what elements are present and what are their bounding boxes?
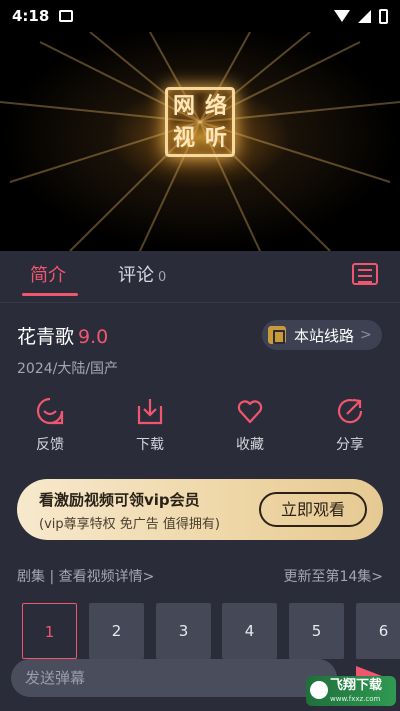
favorite-button[interactable]: 收藏 bbox=[220, 396, 280, 454]
download-icon bbox=[137, 399, 163, 425]
danmaku-list-icon[interactable] bbox=[352, 263, 378, 285]
active-tab-indicator bbox=[22, 293, 78, 296]
favorite-label: 收藏 bbox=[236, 437, 264, 453]
episode-button[interactable]: 3 bbox=[156, 603, 211, 659]
video-player[interactable]: 网 络 视 听 bbox=[0, 32, 400, 251]
episode-list: 1 2 3 4 5 6 bbox=[22, 603, 400, 659]
wifi-icon bbox=[334, 10, 350, 22]
tab-comments[interactable]: 评论 0 bbox=[118, 261, 166, 287]
comment-count: 0 bbox=[158, 270, 167, 285]
feedback-smile-icon bbox=[36, 397, 64, 425]
feedback-label: 反馈 bbox=[36, 437, 64, 453]
tab-bar: 简介 评论 0 bbox=[0, 251, 400, 303]
tab-comments-label: 评论 bbox=[118, 265, 154, 286]
site-watermark: 飞翔下载 www.fxxz.com bbox=[306, 676, 396, 706]
logo-char: 网 bbox=[172, 93, 195, 119]
battery-icon bbox=[379, 8, 388, 24]
film-icon bbox=[268, 326, 286, 344]
vip-banner: 看激励视频可领vip会员 (vip尊享特权 免广告 值得拥有) 立即观看 bbox=[17, 479, 383, 540]
route-selector[interactable]: 本站线路 > bbox=[262, 320, 382, 350]
logo-char: 听 bbox=[204, 125, 227, 151]
image-notification-icon bbox=[59, 10, 74, 22]
video-meta: 2024/大陆/国产 bbox=[17, 361, 119, 377]
share-button[interactable]: 分享 bbox=[320, 396, 380, 454]
share-label: 分享 bbox=[336, 437, 364, 453]
episode-update-link[interactable]: 更新至第14集> bbox=[283, 566, 383, 586]
episode-button[interactable]: 4 bbox=[222, 603, 277, 659]
logo-char: 络 bbox=[204, 93, 227, 119]
chevron-right-icon: > bbox=[360, 327, 372, 343]
logo-char: 视 bbox=[172, 125, 195, 151]
episode-button[interactable]: 6 bbox=[356, 603, 400, 659]
feedback-button[interactable]: 反馈 bbox=[20, 396, 80, 454]
vip-title: 看激励视频可领vip会员 bbox=[39, 491, 200, 509]
watermark-title: 飞翔下载 bbox=[330, 678, 383, 693]
share-icon bbox=[337, 398, 363, 424]
status-time: 4:18 bbox=[12, 7, 50, 25]
status-bar: 4:18 bbox=[0, 0, 400, 32]
episode-details-link[interactable]: 剧集 | 查看视频详情> bbox=[17, 566, 154, 586]
watch-now-button[interactable]: 立即观看 bbox=[259, 492, 367, 527]
watermark-logo-icon bbox=[310, 681, 328, 699]
video-logo: 网 络 视 听 bbox=[165, 87, 235, 157]
signal-icon bbox=[358, 9, 371, 23]
tab-intro[interactable]: 简介 bbox=[30, 261, 66, 287]
watermark-url: www.fxxz.com bbox=[330, 695, 381, 703]
route-label: 本站线路 bbox=[294, 326, 355, 345]
status-indicators bbox=[334, 8, 388, 24]
episode-button[interactable]: 1 bbox=[22, 603, 77, 659]
video-title-row: 花青歌 9.0 bbox=[17, 322, 108, 349]
download-label: 下载 bbox=[136, 437, 164, 453]
vip-subtitle: (vip尊享特权 免广告 值得拥有) bbox=[39, 517, 220, 532]
episode-button[interactable]: 5 bbox=[289, 603, 344, 659]
video-title: 花青歌 bbox=[17, 326, 75, 348]
danmaku-input[interactable]: 发送弹幕 bbox=[11, 659, 337, 697]
heart-icon bbox=[237, 400, 263, 424]
episode-button[interactable]: 2 bbox=[89, 603, 144, 659]
action-bar: 反馈 下载 收藏 分享 bbox=[0, 396, 400, 460]
download-button[interactable]: 下载 bbox=[120, 396, 180, 454]
rating: 9.0 bbox=[78, 326, 109, 348]
